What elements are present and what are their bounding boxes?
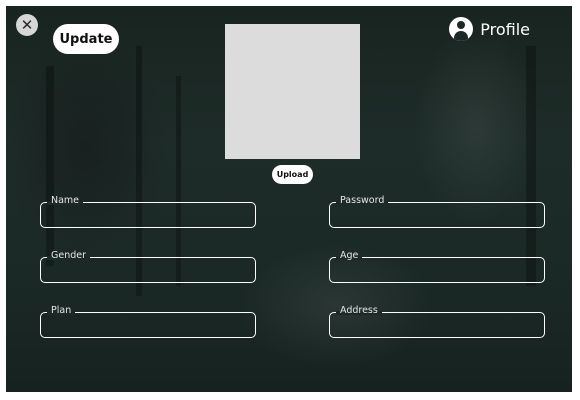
close-icon: ✕	[20, 16, 34, 34]
address-input[interactable]	[336, 317, 538, 333]
address-field[interactable]: Address	[329, 305, 545, 338]
gender-field[interactable]: Gender	[40, 250, 256, 283]
name-field-label: Name	[47, 194, 84, 208]
age-field[interactable]: Age	[329, 250, 545, 283]
photo-placeholder	[225, 24, 360, 159]
age-field-label: Age	[336, 249, 363, 263]
password-input[interactable]	[336, 207, 538, 223]
plan-input[interactable]	[47, 317, 249, 333]
update-button[interactable]: Update	[53, 24, 119, 54]
name-input[interactable]	[47, 207, 249, 223]
backdrop-rack	[176, 76, 181, 286]
backdrop-rack	[46, 66, 54, 266]
password-field-label: Password	[336, 194, 389, 208]
plan-field-label: Plan	[47, 304, 76, 318]
age-input[interactable]	[336, 262, 538, 278]
gender-input[interactable]	[47, 262, 249, 278]
profile-window: ✕ Update Profile Upload Name Password Ge…	[6, 6, 572, 392]
profile-header[interactable]: Profile	[449, 16, 530, 42]
upload-button-label: Upload	[276, 170, 309, 179]
gender-field-label: Gender	[47, 249, 91, 263]
password-field[interactable]: Password	[329, 195, 545, 228]
profile-title: Profile	[480, 19, 530, 39]
plan-field[interactable]: Plan	[40, 305, 256, 338]
update-button-label: Update	[59, 31, 113, 47]
upload-button[interactable]: Upload	[272, 165, 313, 184]
close-button[interactable]: ✕	[16, 14, 38, 36]
name-field[interactable]: Name	[40, 195, 256, 228]
user-circle-icon	[449, 17, 474, 41]
address-field-label: Address	[336, 304, 382, 318]
backdrop-pillar	[526, 46, 536, 286]
